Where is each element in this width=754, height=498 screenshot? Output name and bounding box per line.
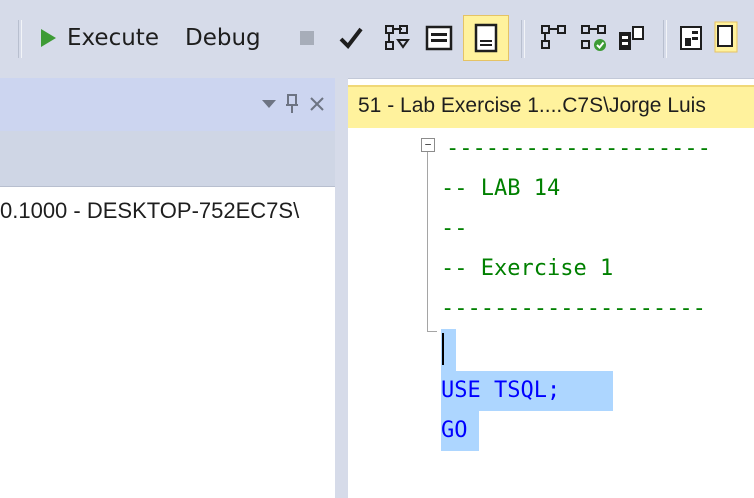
- query-options-button[interactable]: [540, 16, 568, 60]
- query-document-tab[interactable]: 51 - Lab Exercise 1....C7S\Jorge Luis: [348, 85, 754, 127]
- code-line: GO: [441, 418, 468, 443]
- results-to-grid-icon: [474, 23, 498, 53]
- parse-check-icon: [339, 27, 363, 50]
- debug-label: Debug: [185, 25, 261, 51]
- toolbar-separator: [521, 20, 525, 58]
- collapse-minus-icon: −: [424, 138, 432, 151]
- code-line: --: [441, 216, 468, 241]
- code-line: -- Exercise 1: [441, 256, 614, 281]
- outline-line: [427, 150, 428, 332]
- dropdown-icon: [262, 100, 276, 108]
- estimated-plan-icon: [385, 25, 410, 50]
- code-line: USE TSQL;: [441, 378, 561, 403]
- server-node-label[interactable]: 0.1000 - DESKTOP-752EC7S\: [0, 198, 299, 224]
- results-to-file-icon: [680, 26, 702, 50]
- panel-splitter[interactable]: [335, 78, 348, 498]
- toolbar-separator: [663, 20, 667, 58]
- object-explorer-panel: 0.1000 - DESKTOP-752EC7S\: [0, 78, 335, 498]
- client-stats-icon: [619, 26, 644, 50]
- pin-button[interactable]: [280, 89, 304, 119]
- code-line: --------------------: [441, 296, 706, 321]
- results-to-text-button[interactable]: [424, 16, 454, 60]
- query-editor[interactable]: − -------------------- -- LAB 14 -- -- E…: [388, 128, 754, 498]
- object-explorer-title-bar: [0, 78, 335, 131]
- toolbar-overflow-button[interactable]: [713, 16, 743, 60]
- outline-end: [427, 331, 437, 332]
- client-statistics-button[interactable]: [617, 16, 647, 60]
- debug-button[interactable]: Debug: [185, 16, 261, 60]
- code-line: -- LAB 14: [441, 176, 561, 201]
- stop-icon: [300, 31, 314, 45]
- execute-label: Execute: [67, 25, 159, 51]
- code-line: --------------------: [446, 136, 711, 161]
- play-icon: [41, 29, 56, 47]
- query-options-icon: [541, 25, 566, 49]
- close-panel-button[interactable]: [304, 89, 330, 119]
- text-caret: [442, 333, 444, 365]
- document-tab-label: 51 - Lab Exercise 1....C7S\Jorge Luis: [358, 94, 706, 117]
- pin-icon: [286, 94, 298, 113]
- document-icon: [714, 21, 738, 53]
- execute-button[interactable]: Execute: [38, 16, 159, 60]
- toolbar-separator: [18, 20, 22, 58]
- object-explorer-toolbar: [0, 131, 335, 187]
- close-icon: [310, 97, 324, 111]
- results-to-text-icon: [425, 25, 453, 51]
- include-actual-plan-button[interactable]: [580, 16, 608, 60]
- results-to-file-button[interactable]: [678, 16, 706, 60]
- window-position-dropdown[interactable]: [258, 91, 280, 117]
- include-plan-icon: [581, 25, 606, 51]
- results-to-grid-button[interactable]: [463, 15, 509, 61]
- query-toolbar: Execute Debug: [0, 0, 754, 79]
- parse-button[interactable]: [338, 16, 364, 60]
- collapse-toggle[interactable]: −: [421, 138, 435, 152]
- line-margin: [348, 128, 388, 498]
- display-estimated-plan-button[interactable]: [384, 16, 410, 60]
- cancel-query-button[interactable]: [297, 16, 317, 60]
